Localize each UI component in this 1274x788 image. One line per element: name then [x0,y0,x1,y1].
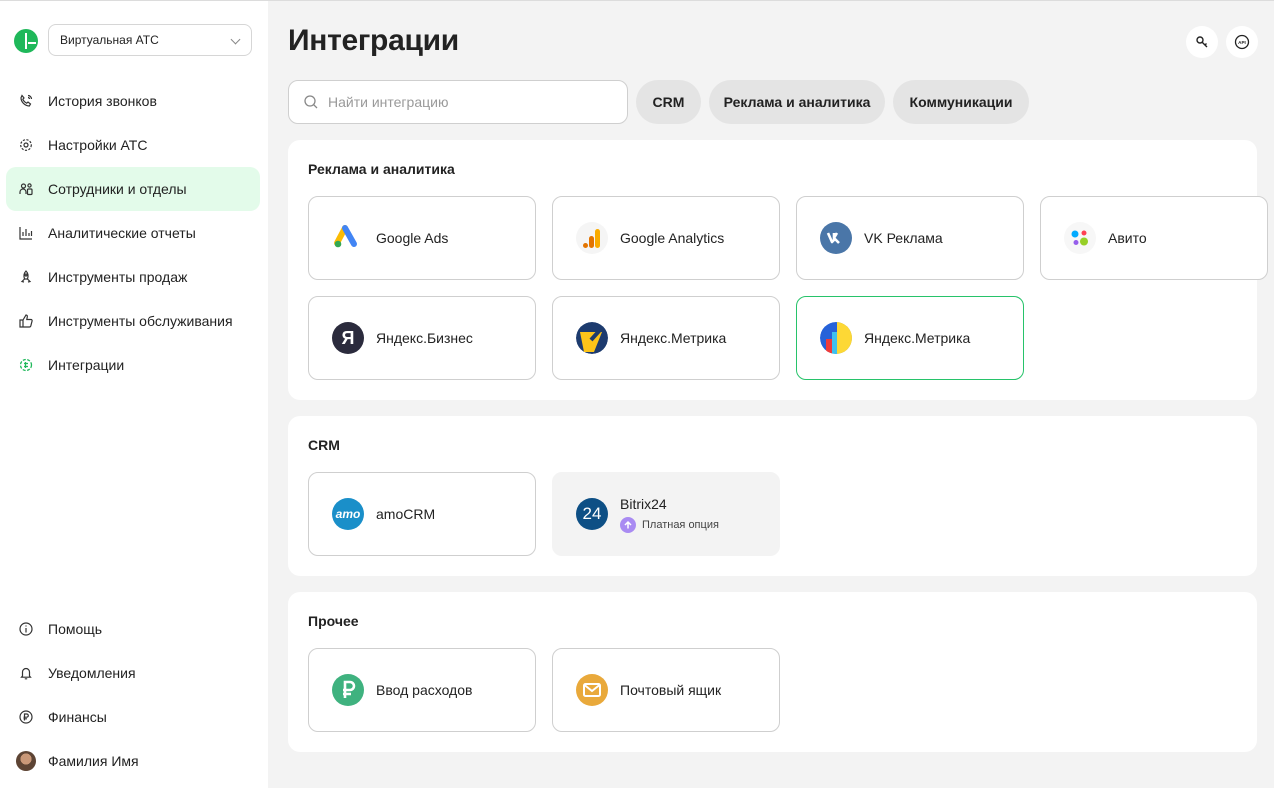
info-icon [19,622,33,636]
sidebar-item-label: Помощь [48,621,103,637]
yandex-business-icon: Я [332,322,364,354]
sidebar-item-notifications[interactable]: Уведомления [6,651,260,695]
thumbs-up-icon [19,314,33,328]
key-button[interactable] [1186,26,1218,58]
sidebar-item-label: Интеграции [48,357,125,373]
gear-icon [19,138,33,152]
sidebar-item-help[interactable]: Помощь [6,607,260,651]
logo-icon [14,29,38,53]
card-label: Яндекс.Метрика [864,330,971,346]
sidebar-item-label: Инструменты продаж [48,269,188,285]
sidebar-item-profile[interactable]: Фамилия Имя [6,739,260,783]
sidebar-item-service-tools[interactable]: Инструменты обслуживания [6,299,260,343]
ruble-expense-icon [332,674,364,706]
integration-card-google-ads[interactable]: Google Ads [308,196,536,280]
integration-card-bitrix24[interactable]: 24 Bitrix24 Платная опция [552,472,780,556]
avito-icon [1064,222,1096,254]
card-label: Google Analytics [620,230,725,246]
vk-icon [820,222,852,254]
sidebar-item-label: Настройки АТС [48,137,148,153]
account-select[interactable]: Виртуальная АТС [48,24,252,56]
api-icon: API [1234,34,1250,50]
integration-card-avito[interactable]: Авито [1040,196,1268,280]
sidebar: Виртуальная АТС История звонков Настройк… [0,1,268,788]
section-title: Реклама и аналитика [308,161,455,177]
sidebar-item-call-history[interactable]: История звонков [6,79,260,123]
paid-option-badge: Платная опция [620,516,719,533]
section-other: Прочее Ввод расходов Почтовый ящик [288,592,1257,752]
integration-card-vk-ads[interactable]: VK Реклама [796,196,1024,280]
yandex-metrika-icon [576,322,608,354]
page-title: Интеграции [288,24,459,57]
search-input[interactable] [328,94,608,110]
card-label: Ввод расходов [376,682,473,698]
section-title: CRM [308,437,340,453]
filter-crm[interactable]: CRM [636,80,701,124]
bell-icon [19,666,33,680]
integration-card-google-analytics[interactable]: Google Analytics [552,196,780,280]
key-icon [1196,36,1208,48]
section-title: Прочее [308,613,359,629]
sidebar-item-finance[interactable]: Финансы [6,695,260,739]
rocket-icon [19,270,33,284]
paid-option-label: Платная опция [642,518,719,531]
sidebar-item-label: Уведомления [48,665,136,681]
api-button[interactable]: API [1226,26,1258,58]
profile-name: Фамилия Имя [48,753,139,769]
integration-card-yandex-metrika[interactable]: Яндекс.Метрика [552,296,780,380]
section-crm: CRM amo amoCRM 24 Bitrix24 Платная опция [288,416,1257,576]
card-label: Google Ads [376,230,449,246]
account-select-value: Виртуальная АТС [60,33,159,47]
card-label: VK Реклама [864,230,943,246]
integration-card-mailbox[interactable]: Почтовый ящик [552,648,780,732]
sidebar-item-pbx-settings[interactable]: Настройки АТС [6,123,260,167]
card-label: amoCRM [376,506,436,522]
sidebar-item-integrations[interactable]: Интеграции [6,343,260,387]
card-label: Почтовый ящик [620,682,722,698]
google-analytics-icon [576,222,608,254]
bitrix24-icon: 24 [576,498,608,530]
amocrm-icon: amo [332,498,364,530]
sidebar-item-label: Сотрудники и отделы [48,181,187,197]
search-icon [304,95,318,109]
integrations-icon [19,358,33,372]
chevron-down-icon [230,34,241,45]
ruble-icon [19,710,33,724]
search-box[interactable] [288,80,628,124]
arrow-up-icon [620,516,636,533]
sidebar-item-label: Аналитические отчеты [48,225,196,241]
bar-chart-icon [19,226,33,240]
avatar [16,751,36,771]
card-label: Bitrix24 [620,495,667,512]
integration-card-expenses[interactable]: Ввод расходов [308,648,536,732]
sidebar-item-label: Инструменты обслуживания [48,313,233,329]
sidebar-item-label: Финансы [48,709,107,725]
sidebar-item-employees[interactable]: Сотрудники и отделы [6,167,260,211]
integration-card-yandex-business[interactable]: Я Яндекс.Бизнес [308,296,536,380]
integration-card-yandex-metrika-new[interactable]: Яндекс.Метрика [796,296,1024,380]
integration-card-amocrm[interactable]: amo amoCRM [308,472,536,556]
filter-ads-analytics[interactable]: Реклама и аналитика [709,80,885,124]
phone-history-icon [19,94,33,108]
sidebar-item-sales-tools[interactable]: Инструменты продаж [6,255,260,299]
mail-icon [576,674,608,706]
users-icon [19,182,33,196]
svg-text:API: API [1238,40,1246,45]
card-label: Авито [1108,230,1147,246]
sidebar-item-label: История звонков [48,93,157,109]
sidebar-item-analytics[interactable]: Аналитические отчеты [6,211,260,255]
filter-communications[interactable]: Коммуникации [893,80,1029,124]
card-label: Яндекс.Метрика [620,330,727,346]
card-label: Яндекс.Бизнес [376,330,473,346]
google-ads-icon [332,222,364,254]
yandex-metrika-new-icon [820,322,852,354]
section-ads-analytics: Реклама и аналитика Google Ads Google An… [288,140,1268,400]
